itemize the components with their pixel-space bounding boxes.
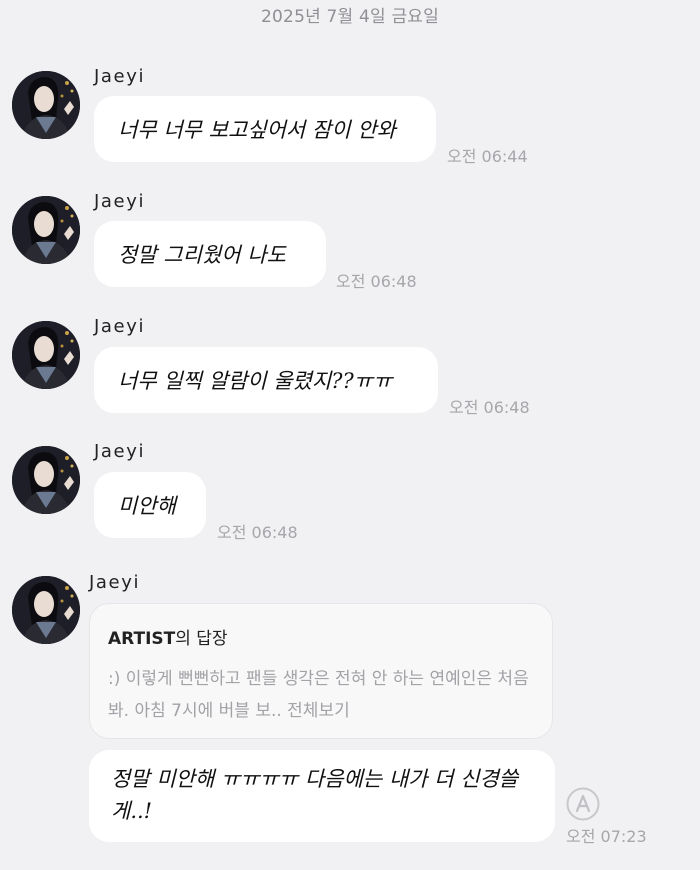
translate-icon[interactable] — [566, 787, 600, 821]
sender-name: Jaeyi — [94, 66, 146, 87]
sender-name: Jaeyi — [94, 316, 146, 337]
sender-name: Jaeyi — [94, 191, 146, 212]
profile-photo-icon — [12, 446, 80, 514]
avatar[interactable] — [12, 321, 80, 389]
profile-photo-icon — [12, 71, 80, 139]
message-bubble[interactable]: 너무 너무 보고싶어서 잠이 안와 — [94, 96, 436, 162]
message-time: 오전 06:48 — [336, 272, 417, 291]
message-time: 오전 06:44 — [447, 147, 528, 166]
message-time: 오전 06:48 — [217, 523, 298, 542]
message-bubble[interactable]: 미안해 — [94, 472, 206, 538]
avatar[interactable] — [12, 446, 80, 514]
quoted-reply-text: :) 이렇게 뻔뻔하고 팬들 생각은 전혀 안 하는 연예인은 처음 봐. 아침… — [108, 669, 529, 721]
message-time: 오전 07:23 — [566, 827, 647, 846]
message-bubble[interactable]: 정말 미안해 ㅠㅠㅠㅠ 다음에는 내가 더 신경쓸게..! — [89, 750, 555, 842]
avatar[interactable] — [12, 196, 80, 264]
message-bubble[interactable]: 너무 일찍 알람이 울렸지??ㅠㅠ — [94, 347, 438, 413]
quoted-reply-card[interactable]: ARTIST의 답장 :) 이렇게 뻔뻔하고 팬들 생각은 전혀 안 하는 연예… — [89, 603, 553, 739]
avatar[interactable] — [12, 71, 80, 139]
message-time: 오전 06:48 — [449, 398, 530, 417]
quote-suffix: 의 답장 — [175, 629, 228, 649]
message-bubble[interactable]: 정말 그리웠어 나도 — [94, 221, 326, 287]
sender-name: Jaeyi — [89, 572, 141, 593]
quoted-reply-title: ARTIST의 답장 — [108, 624, 534, 649]
sender-name: Jaeyi — [94, 441, 146, 462]
profile-photo-icon — [12, 196, 80, 264]
avatar[interactable] — [12, 576, 80, 644]
quote-author: ARTIST — [108, 629, 176, 649]
date-header: 2025년 7월 4일 금요일 — [261, 7, 439, 27]
profile-photo-icon — [12, 576, 80, 644]
profile-photo-icon — [12, 321, 80, 389]
